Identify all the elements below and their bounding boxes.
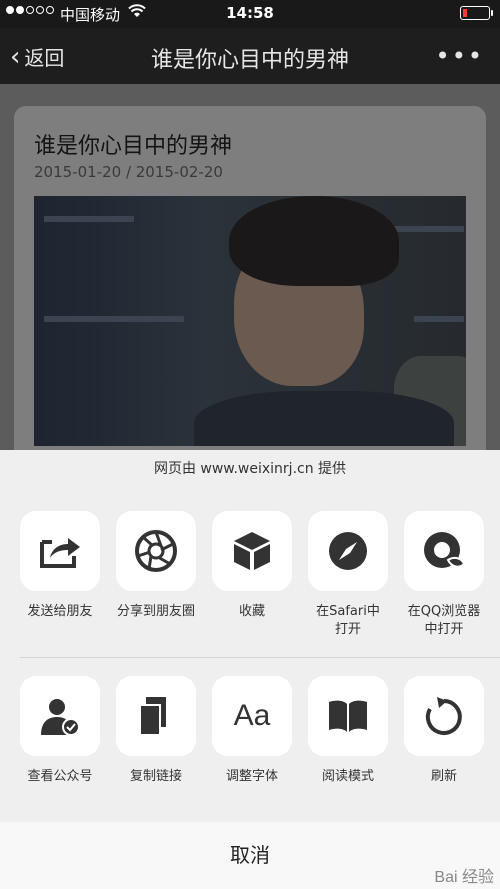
open-in-safari-button[interactable]: 在Safari中 打开 bbox=[300, 511, 396, 639]
favorite-button[interactable]: 收藏 bbox=[204, 511, 300, 621]
status-bar: 中国移动 14:58 bbox=[0, 0, 500, 28]
copy-link-button[interactable]: 复制链接 bbox=[108, 676, 204, 786]
battery-icon bbox=[460, 6, 493, 20]
cancel-button[interactable]: 取消 bbox=[0, 822, 500, 889]
item-label: 查看公众号 bbox=[27, 769, 93, 784]
clock: 14:58 bbox=[226, 4, 274, 22]
font-icon: Aa bbox=[233, 699, 271, 732]
provider-text: 网页由 www.weixinrj.cn 提供 bbox=[153, 461, 347, 477]
send-to-friend-button[interactable]: 发送给朋友 bbox=[12, 511, 108, 621]
reading-mode-button[interactable]: 阅读模式 bbox=[300, 676, 396, 786]
aperture-icon bbox=[135, 530, 177, 572]
view-account-button[interactable]: 查看公众号 bbox=[12, 676, 108, 786]
row-divider bbox=[20, 657, 500, 658]
item-label: 刷新 bbox=[430, 769, 457, 784]
compass-icon bbox=[329, 532, 367, 570]
navigation-bar: ‹ 返回 谁是你心目中的男神 ••• bbox=[0, 28, 500, 84]
item-label: 分享到朋友圈 bbox=[116, 604, 195, 619]
item-label: 调整字体 bbox=[225, 769, 278, 784]
article-photo bbox=[34, 196, 466, 446]
refresh-button[interactable]: 刷新 bbox=[396, 676, 492, 786]
book-icon bbox=[329, 700, 367, 732]
adjust-font-button[interactable]: Aa 调整字体 bbox=[204, 676, 300, 786]
item-label: 在QQ浏览器 中打开 bbox=[407, 604, 481, 637]
refresh-icon bbox=[425, 697, 462, 735]
item-label: 阅读模式 bbox=[321, 769, 374, 784]
open-in-qq-browser-button[interactable]: 在QQ浏览器 中打开 bbox=[396, 511, 492, 639]
item-label: 收藏 bbox=[238, 604, 265, 619]
article-date: 2015-01-20 / 2015-02-20 bbox=[34, 163, 223, 181]
copy-icon bbox=[139, 697, 166, 736]
account-icon bbox=[41, 699, 80, 736]
item-label: 复制链接 bbox=[129, 769, 182, 784]
item-label: 在Safari中 打开 bbox=[316, 604, 380, 637]
page-title: 谁是你心目中的男神 bbox=[150, 48, 349, 73]
share-icon bbox=[40, 538, 80, 568]
watermark: Bai 经验 bbox=[434, 869, 494, 886]
qq-browser-icon bbox=[424, 532, 466, 568]
article-title: 谁是你心目中的男神 bbox=[34, 134, 233, 159]
share-to-moments-button[interactable]: 分享到朋友圈 bbox=[108, 511, 204, 621]
cube-icon bbox=[234, 532, 270, 570]
more-options-button[interactable]: ••• bbox=[436, 42, 484, 70]
item-label: 发送给朋友 bbox=[27, 604, 93, 619]
